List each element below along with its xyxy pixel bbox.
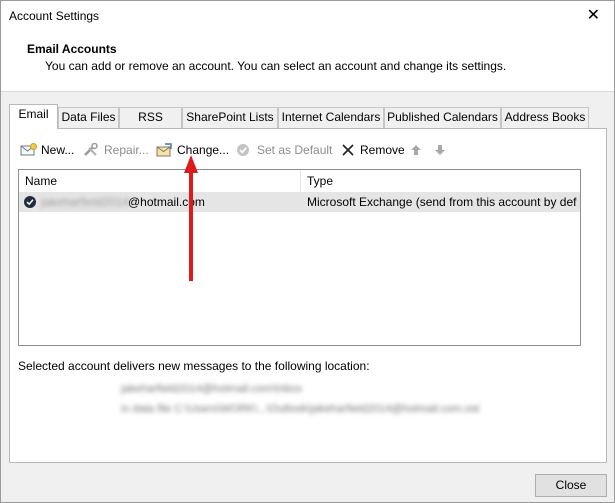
tab-email[interactable]: Email: [9, 104, 58, 129]
annotation-arrow: [184, 155, 198, 281]
account-settings-dialog: Account Settings ✕ Email Accounts You ca…: [0, 0, 615, 503]
